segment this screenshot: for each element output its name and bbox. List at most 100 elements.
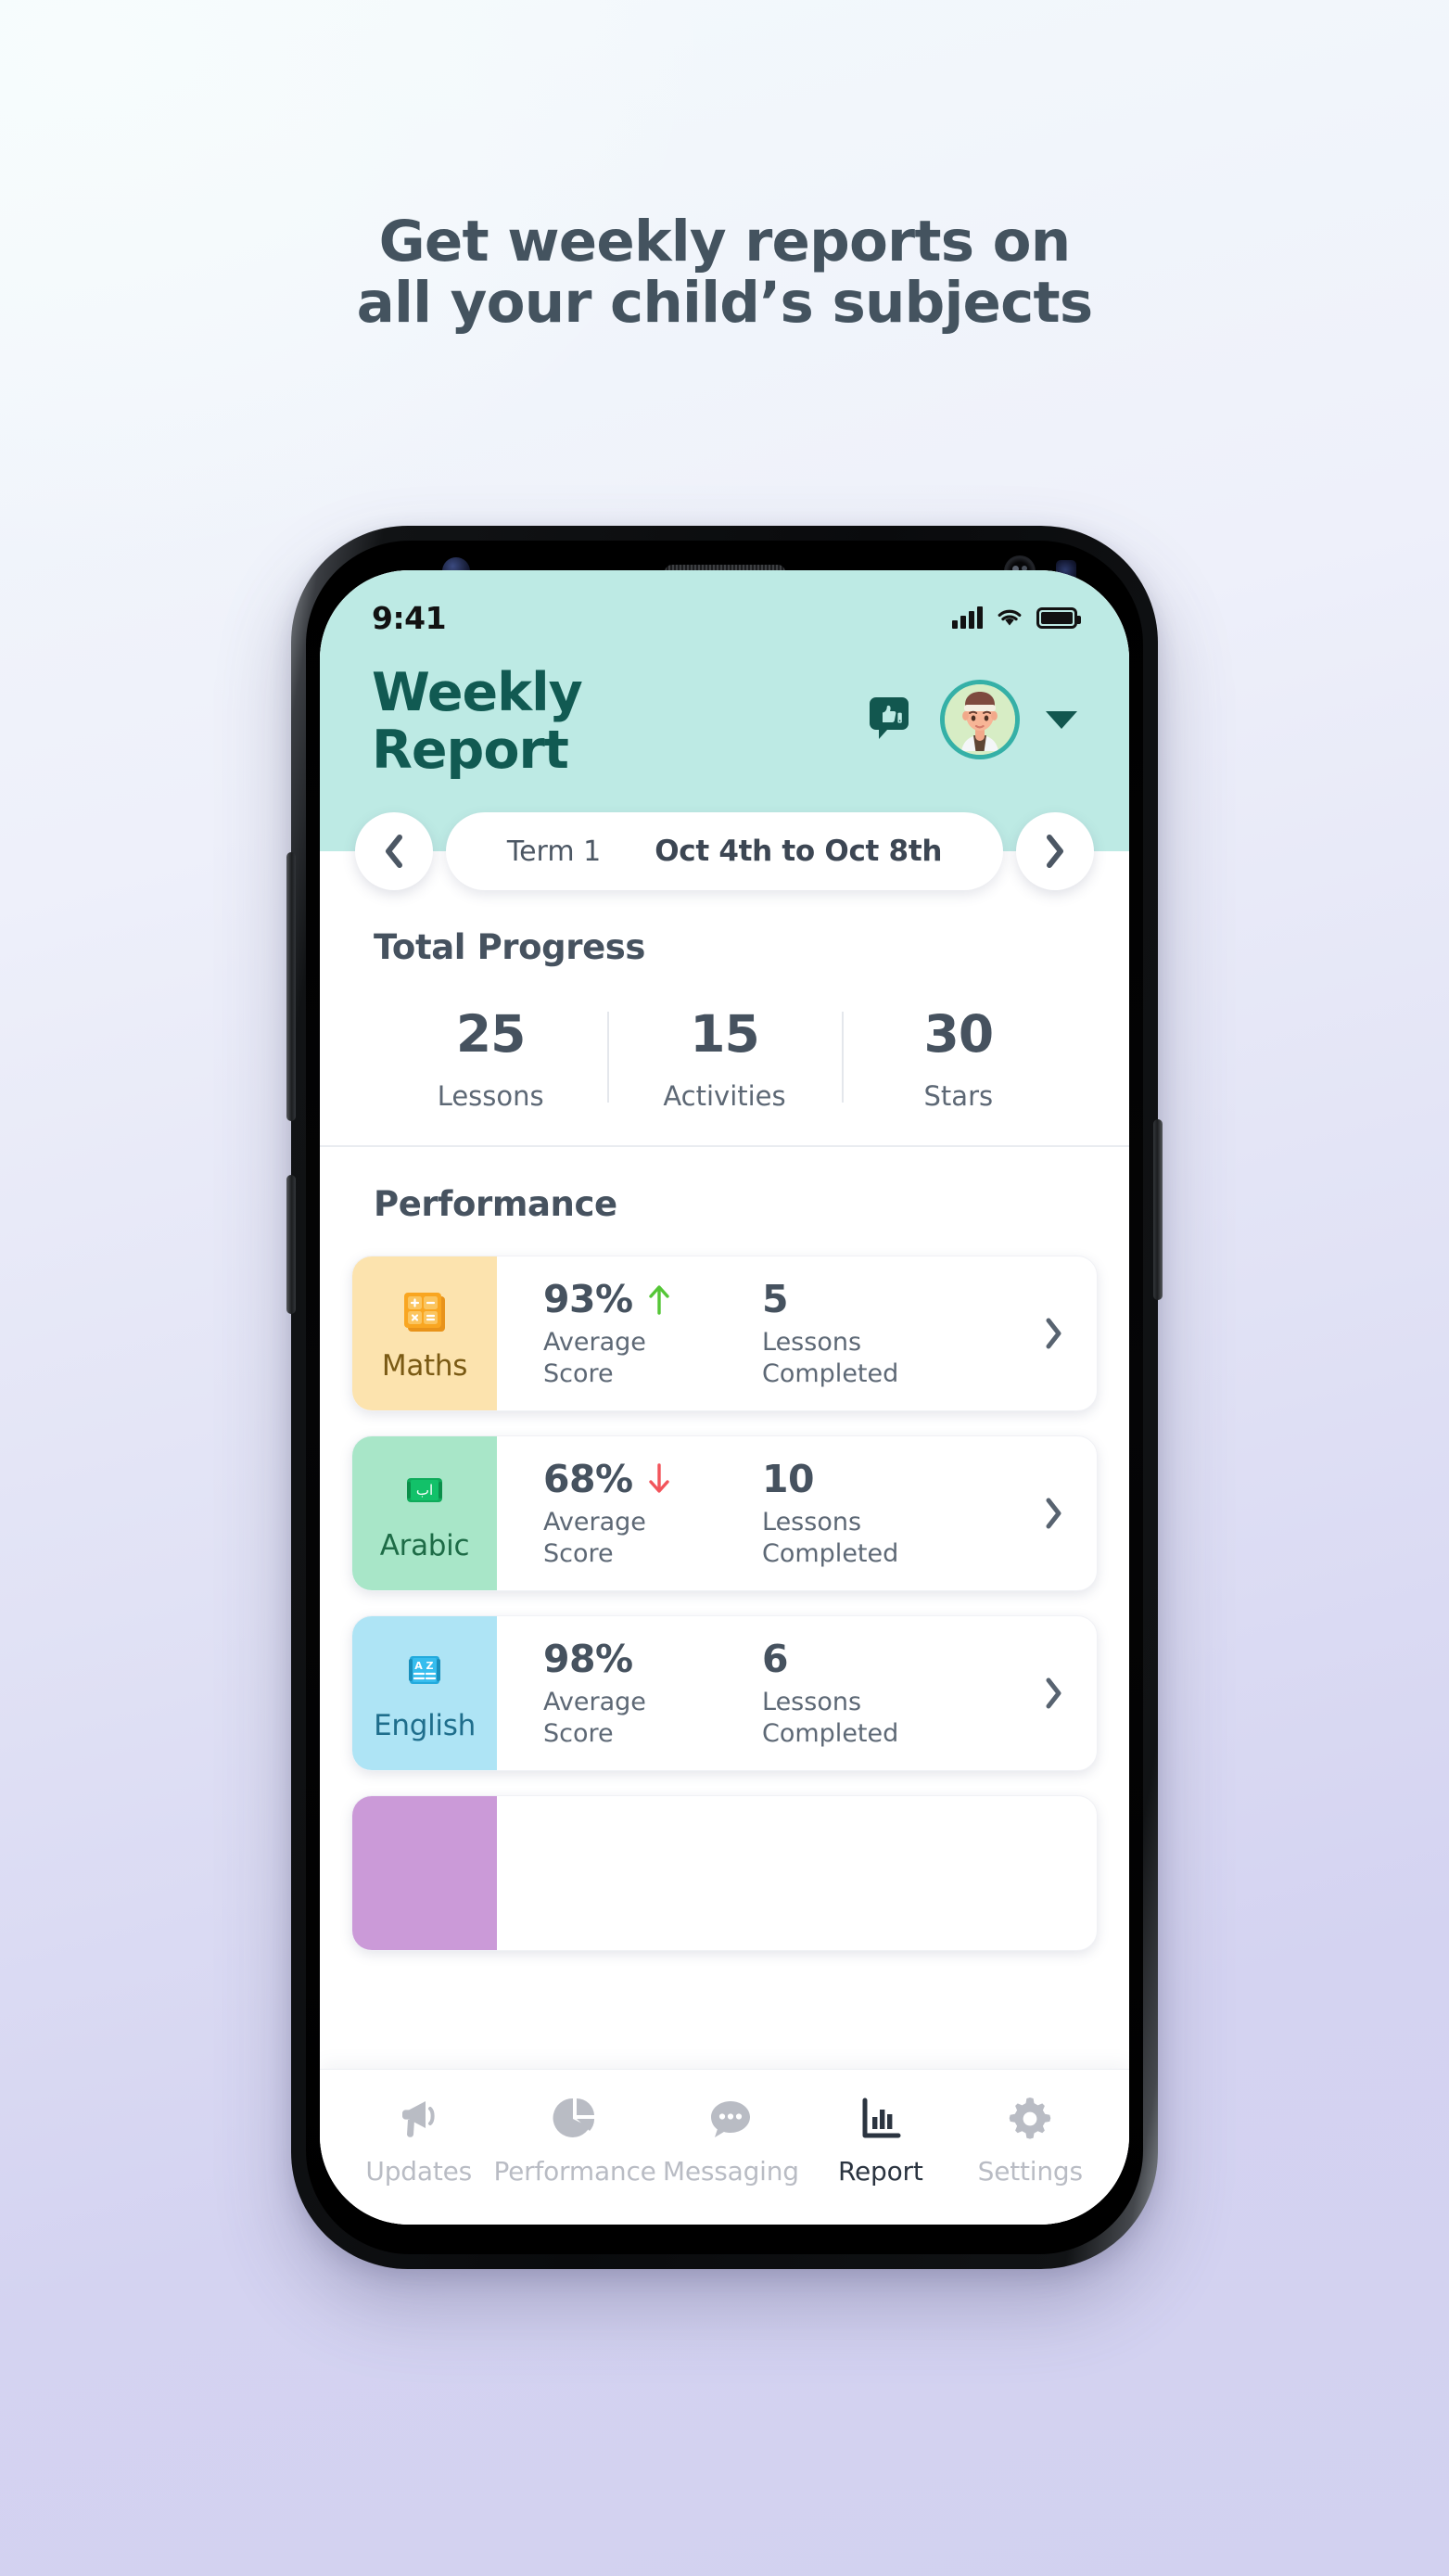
date-range-pill[interactable]: Term 1 Oct 4th to Oct 8th — [446, 812, 1003, 891]
lessons-value: 10 — [762, 1456, 815, 1501]
metric-top: 10 — [762, 1457, 981, 1501]
nav-item-report[interactable]: Report — [806, 2095, 955, 2187]
metric-average-score: 98% Average Score — [543, 1637, 762, 1751]
chevron-right-icon — [1046, 1677, 1061, 1709]
progress-stats: 25 Lessons 15 Activities 30 Stars — [374, 1004, 1075, 1145]
performance-card-partial[interactable] — [351, 1795, 1098, 1952]
status-bar: 9:41 — [320, 570, 1129, 643]
metric-label: Average Score — [543, 1687, 646, 1749]
performance-section: Performance Maths 93% Average Score 5 Le… — [320, 1147, 1129, 2069]
gear-icon — [1007, 2095, 1053, 2143]
phone-mockup: 9:41 Weekly Report Term 1 Oct 4th to Oct… — [286, 526, 1163, 2269]
volume-button[interactable] — [286, 852, 296, 1121]
nav-item-messaging[interactable]: Messaging — [656, 2095, 806, 2187]
metric-average-score: 68% Average Score — [543, 1457, 762, 1571]
metric-lessons-completed: 6 Lessons Completed — [762, 1637, 981, 1751]
nav-label: Updates — [365, 2156, 473, 2187]
metric-label: Lessons Completed — [762, 1507, 899, 1569]
nav-label: Performance — [493, 2156, 656, 2187]
subject-panel: Maths — [352, 1256, 497, 1411]
power-button[interactable] — [1153, 1119, 1163, 1300]
nav-item-settings[interactable]: Settings — [956, 2095, 1105, 2187]
subject-label: English — [374, 1709, 476, 1743]
arabic-book-icon: اب — [399, 1464, 451, 1516]
stat-value: 15 — [690, 1004, 760, 1065]
svg-text:A: A — [414, 1660, 423, 1672]
next-week-button[interactable] — [1016, 812, 1094, 891]
wifi-icon — [998, 609, 1022, 626]
card-open-button[interactable] — [1011, 1616, 1097, 1770]
subject-panel: اب Arabic — [352, 1436, 497, 1591]
page-title: Weekly Report — [372, 664, 583, 781]
thumbs-up-chat-icon[interactable] — [864, 695, 914, 745]
metric-label: Average Score — [543, 1507, 646, 1569]
card-metrics: 98% Average Score 6 Lessons Completed — [497, 1616, 1011, 1770]
performance-card-maths[interactable]: Maths 93% Average Score 5 Lessons Comple… — [351, 1256, 1098, 1412]
score-value: 98% — [543, 1636, 633, 1681]
metric-lessons-completed: 5 Lessons Completed — [762, 1277, 981, 1391]
stat-value: 30 — [923, 1004, 995, 1065]
card-metrics: 68% Average Score 10 Lessons Completed — [497, 1436, 1011, 1590]
stat-lessons: 25 Lessons — [374, 1004, 607, 1112]
card-metrics — [497, 1796, 1097, 1950]
nav-item-performance[interactable]: Performance — [493, 2095, 656, 2187]
page-title-line-2: Report — [372, 719, 569, 781]
subject-label: Maths — [381, 1349, 468, 1384]
cellular-signal-icon — [952, 606, 983, 629]
page-headline: Get weekly reports on all your child’s s… — [0, 211, 1449, 334]
metric-average-score: 93% Average Score — [543, 1277, 762, 1391]
az-dictionary-icon: A Z — [399, 1644, 451, 1696]
nav-label: Report — [838, 2156, 923, 2187]
metric-label: Lessons Completed — [762, 1687, 899, 1749]
chevron-right-icon — [1047, 835, 1063, 869]
nav-label: Settings — [977, 2156, 1083, 2187]
metric-label: Lessons Completed — [762, 1327, 899, 1389]
lessons-value: 5 — [762, 1276, 789, 1321]
metric-top: 68% — [543, 1457, 762, 1501]
term-label: Term 1 — [506, 835, 602, 868]
status-clock: 9:41 — [372, 599, 447, 636]
svg-text:اب: اب — [416, 1482, 433, 1498]
previous-week-button[interactable] — [355, 812, 433, 891]
score-value: 93% — [543, 1276, 633, 1321]
lessons-value: 6 — [762, 1636, 789, 1681]
metric-top: 98% — [543, 1637, 762, 1681]
battery-full-icon — [1036, 607, 1081, 629]
calculator-icon — [399, 1284, 451, 1336]
status-indicators — [952, 606, 1081, 629]
assistant-button[interactable] — [286, 1175, 296, 1314]
stat-label: Stars — [923, 1080, 994, 1113]
child-avatar[interactable] — [940, 680, 1020, 759]
bottom-navigation: Updates Performance Messaging Report Set… — [320, 2069, 1129, 2225]
card-open-button[interactable] — [1011, 1256, 1097, 1410]
performance-title: Performance — [374, 1184, 617, 1225]
subject-panel: A Z English — [352, 1616, 497, 1771]
metric-label: Average Score — [543, 1327, 646, 1389]
date-range-label: Oct 4th to Oct 8th — [655, 835, 943, 869]
card-open-button[interactable] — [1011, 1436, 1097, 1590]
performance-card-arabic[interactable]: اب Arabic 68% Average Score 10 Lessons C… — [351, 1435, 1098, 1592]
metric-top: 5 — [762, 1277, 981, 1321]
chevron-right-icon — [1046, 1498, 1061, 1529]
score-value: 68% — [543, 1456, 633, 1501]
stat-value: 25 — [455, 1004, 527, 1065]
performance-card-english[interactable]: A Z English 98% Average Score 6 Lessons … — [351, 1615, 1098, 1772]
headline-line-1: Get weekly reports on — [378, 209, 1072, 274]
card-metrics: 93% Average Score 5 Lessons Completed — [497, 1256, 1011, 1410]
subject-label: Arabic — [379, 1529, 470, 1563]
stat-stars: 30 Stars — [841, 1004, 1075, 1113]
total-progress-section: Total Progress 25 Lessons 15 Activities … — [320, 851, 1129, 1146]
subject-panel — [352, 1796, 497, 1951]
megaphone-icon — [395, 2095, 443, 2143]
stat-label: Activities — [663, 1080, 786, 1113]
date-selector: Term 1 Oct 4th to Oct 8th — [355, 810, 1094, 892]
chevron-down-icon[interactable] — [1046, 710, 1077, 729]
metric-lessons-completed: 10 Lessons Completed — [762, 1457, 981, 1571]
total-progress-title: Total Progress — [374, 927, 646, 968]
performance-card-list: Maths 93% Average Score 5 Lessons Comple… — [320, 1256, 1129, 1952]
trend-up-icon — [648, 1284, 669, 1315]
app-root: 9:41 Weekly Report Term 1 Oct 4th to Oct… — [320, 570, 1129, 2225]
chevron-left-icon — [386, 835, 402, 869]
nav-item-updates[interactable]: Updates — [344, 2095, 493, 2187]
pie-chart-icon — [552, 2095, 598, 2143]
